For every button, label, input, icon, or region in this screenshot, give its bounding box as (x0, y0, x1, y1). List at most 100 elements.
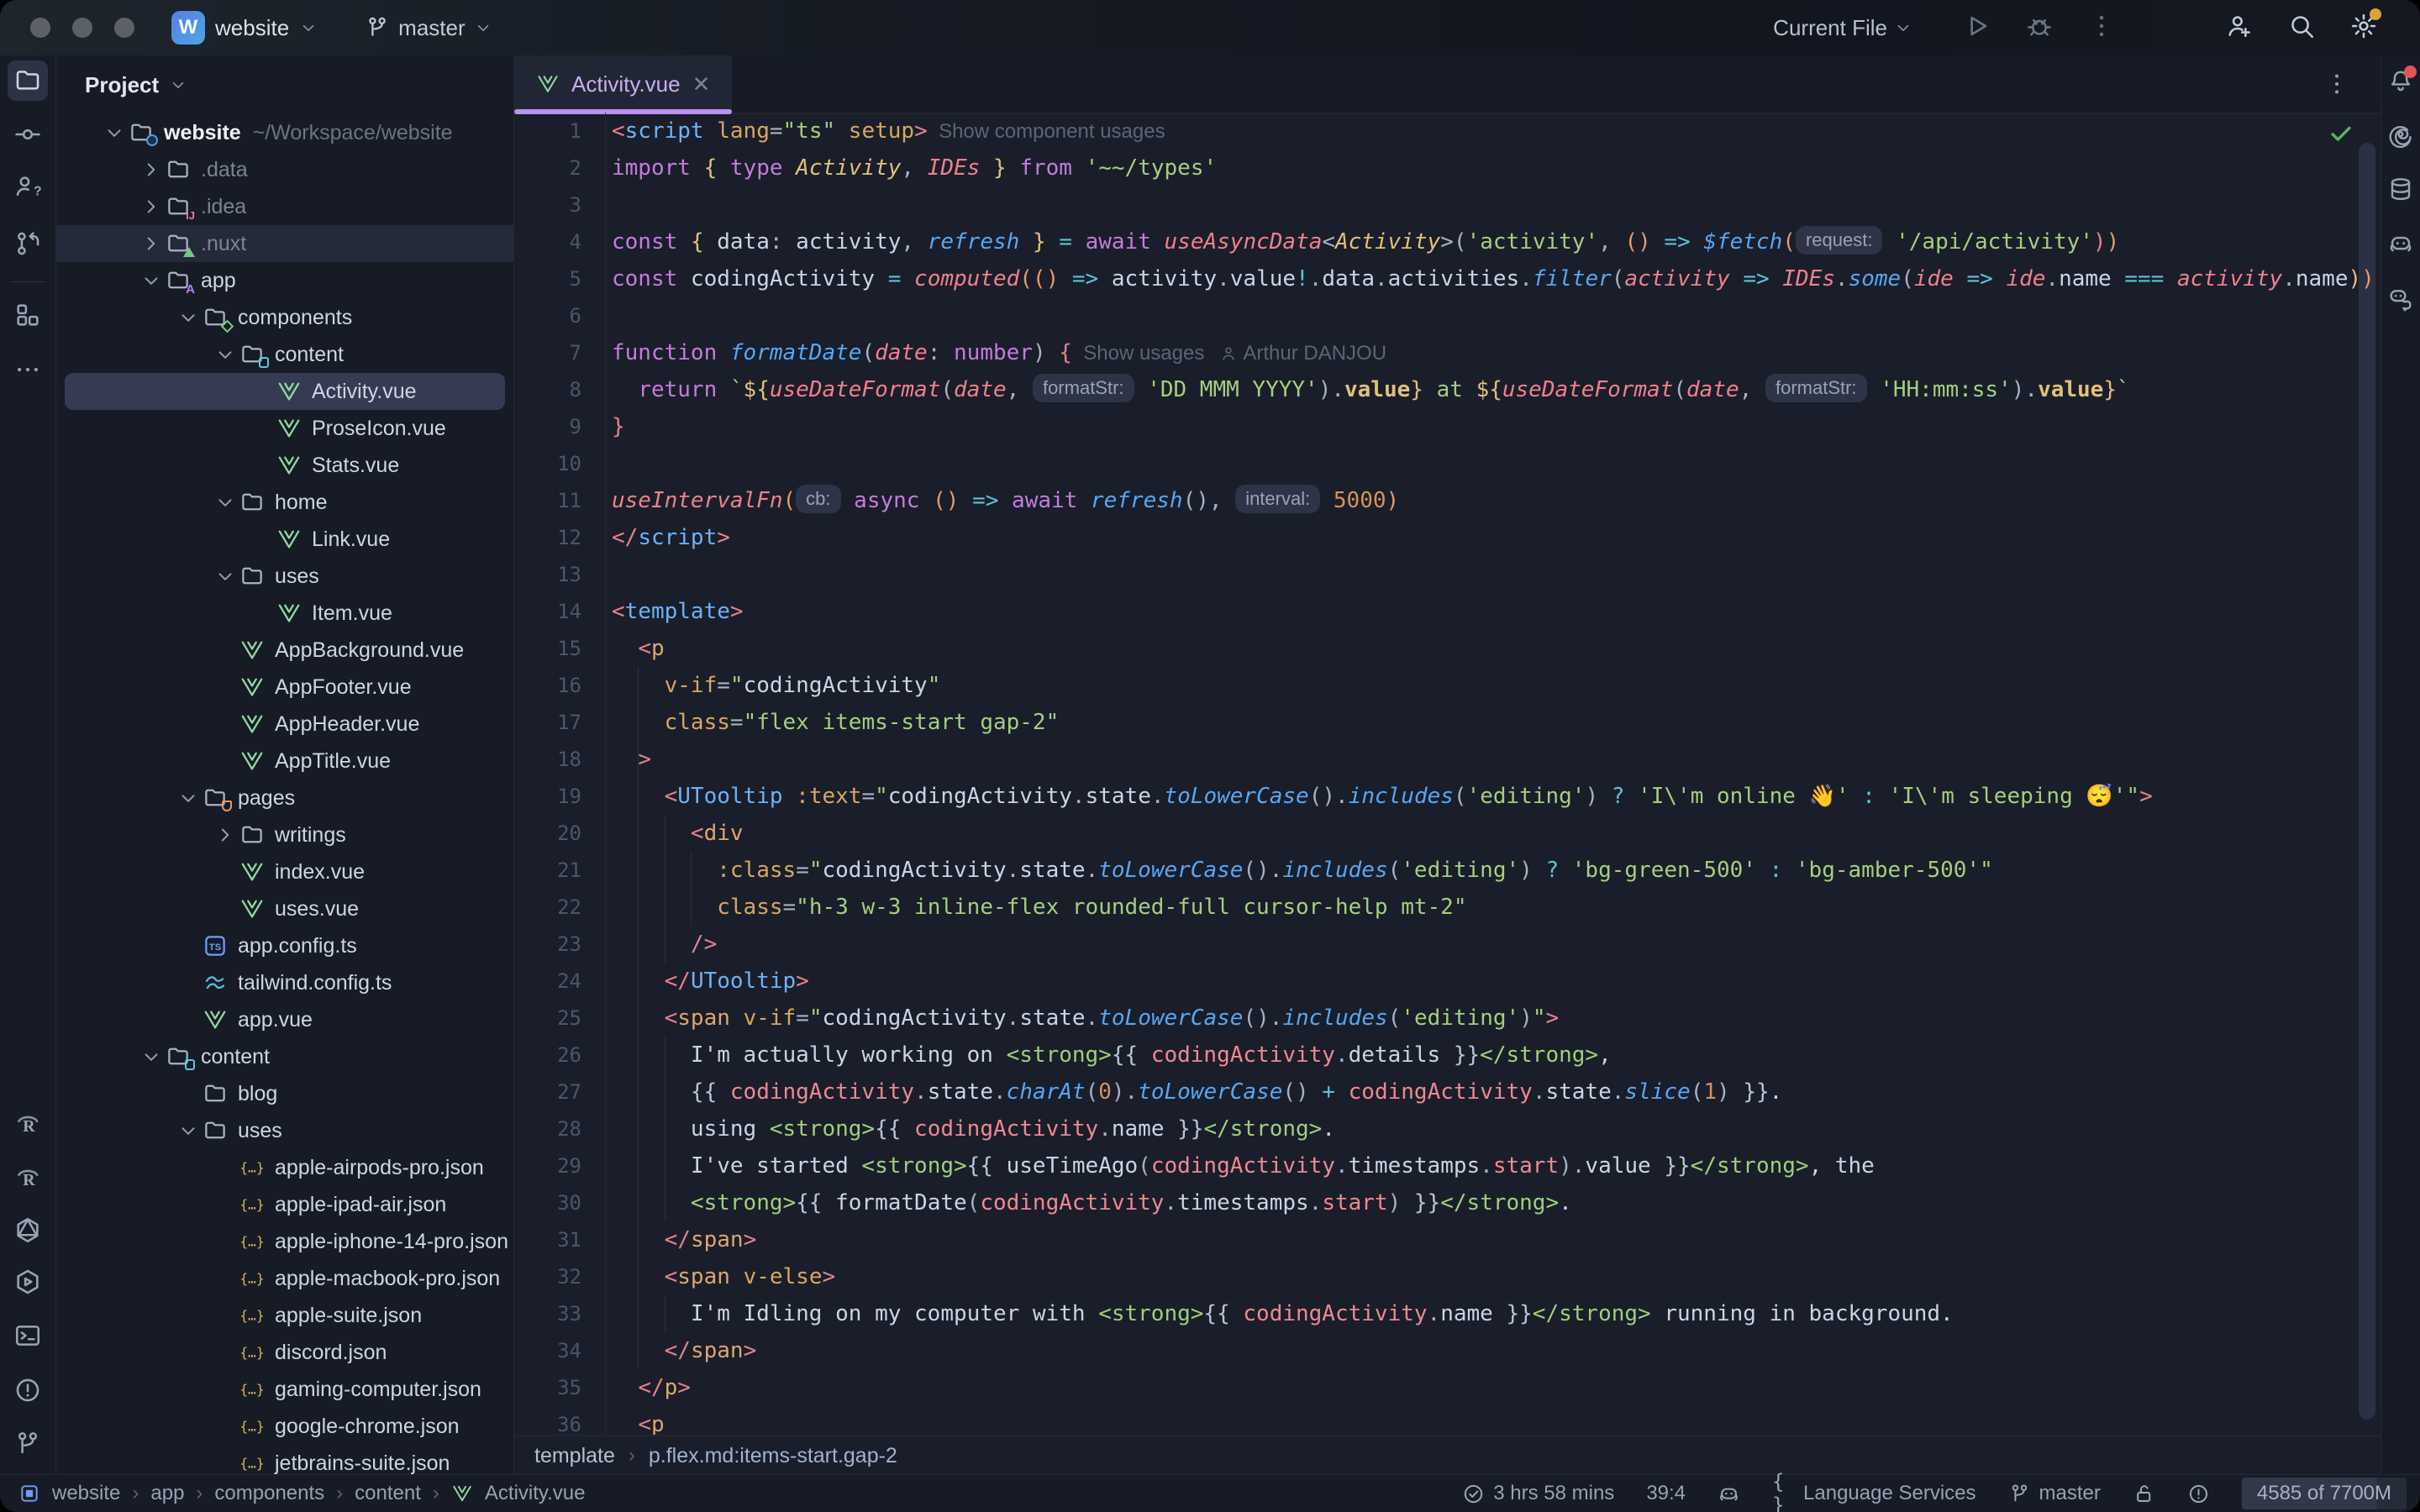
line-number[interactable]: 16 (514, 667, 581, 704)
status-widget-lock-open[interactable] (2133, 1483, 2155, 1505)
chevron-down-icon[interactable] (214, 565, 239, 587)
chevron-right-icon[interactable] (140, 233, 166, 255)
chevron-down-icon[interactable] (214, 344, 239, 365)
line-number[interactable]: 11 (514, 482, 581, 519)
tree-item-pages[interactable]: pages (56, 780, 513, 816)
git-branch-icon[interactable] (13, 1430, 42, 1458)
code-line-8[interactable]: return `${useDateFormat(date, formatStr:… (612, 371, 2381, 408)
line-number[interactable]: 2 (514, 150, 581, 186)
tree-item-apple-macbook-pro-json[interactable]: {…}apple-macbook-pro.json (56, 1260, 513, 1297)
line-number[interactable]: 14 (514, 593, 581, 630)
user-plus-icon[interactable] (2225, 12, 2254, 40)
bell-icon[interactable] (2387, 68, 2414, 95)
chevron-down-icon[interactable] (103, 122, 129, 144)
line-number[interactable]: 30 (514, 1184, 581, 1221)
copilot-icon[interactable] (2387, 230, 2414, 257)
tree-item-appbackground-vue[interactable]: AppBackground.vue (56, 632, 513, 669)
tree-item-app[interactable]: Aapp (56, 262, 513, 299)
chevron-right-icon[interactable] (140, 196, 166, 218)
tree-item--idea[interactable]: IJ.idea (56, 188, 513, 225)
close-window-button[interactable] (30, 18, 50, 38)
commit-icon[interactable] (13, 120, 42, 149)
code-line-23[interactable]: /> (612, 926, 2381, 963)
tree-item-tailwind-config-ts[interactable]: tailwind.config.ts (56, 964, 513, 1001)
chevron-down-icon[interactable] (140, 1046, 166, 1068)
tree-item-stats-vue[interactable]: Stats.vue (56, 447, 513, 484)
code-line-22[interactable]: class="h-3 w-3 inline-flex rounded-full … (612, 889, 2381, 926)
tree-item-item-vue[interactable]: Item.vue (56, 595, 513, 632)
line-number[interactable]: 13 (514, 556, 581, 593)
line-number[interactable]: 6 (514, 297, 581, 334)
code-line-3[interactable] (612, 186, 2381, 223)
r-lang-icon[interactable]: R (13, 1109, 42, 1137)
tree-item-website[interactable]: website~/Workspace/website (56, 114, 513, 151)
code-line-14[interactable]: <template> (612, 593, 2381, 630)
status-crumb-components[interactable]: components (214, 1482, 324, 1505)
code-line-7[interactable]: function formatDate(date: number) { Show… (612, 334, 2381, 371)
statusbar-breadcrumb[interactable]: website›app›components›content›Activity.… (18, 1482, 586, 1505)
code-line-20[interactable]: <div (612, 815, 2381, 852)
structure-icon[interactable] (13, 301, 42, 329)
chevron-down-icon[interactable] (177, 307, 203, 328)
database-icon[interactable] (2387, 176, 2414, 202)
line-number[interactable]: 19 (514, 778, 581, 815)
line-number[interactable]: 17 (514, 704, 581, 741)
tree-item-content[interactable]: content (56, 336, 513, 373)
code-line-13[interactable] (612, 556, 2381, 593)
line-number[interactable]: 25 (514, 1000, 581, 1037)
line-number[interactable]: 33 (514, 1295, 581, 1332)
tree-item--data[interactable]: .data (56, 151, 513, 188)
tree-item--nuxt[interactable]: .nuxt (56, 225, 513, 262)
tree-item-gaming-computer-json[interactable]: {…}gaming-computer.json (56, 1371, 513, 1408)
close-tab-icon[interactable]: ✕ (692, 73, 711, 95)
code-line-27[interactable]: {{ codingActivity.state.charAt(0).toLowe… (612, 1074, 2381, 1110)
line-number[interactable]: 22 (514, 889, 581, 926)
code-line-9[interactable]: } (612, 408, 2381, 445)
project-widget[interactable]: W website (171, 11, 318, 45)
code-line-19[interactable]: <UTooltip :text="codingActivity.state.to… (612, 778, 2381, 815)
line-number[interactable]: 35 (514, 1369, 581, 1406)
tree-item-app-config-ts[interactable]: TSapp.config.ts (56, 927, 513, 964)
line-number[interactable]: 5 (514, 260, 581, 297)
code-line-26[interactable]: I'm actually working on <strong>{{ codin… (612, 1037, 2381, 1074)
code-line-16[interactable]: v-if="codingActivity" (612, 667, 2381, 704)
tree-item-writings[interactable]: writings (56, 816, 513, 853)
code-line-17[interactable]: class="flex items-start gap-2" (612, 704, 2381, 741)
status-crumb-content[interactable]: content (355, 1482, 421, 1505)
tree-item-content[interactable]: content (56, 1038, 513, 1075)
folder-icon[interactable] (8, 60, 48, 101)
status-widget-39-4[interactable]: 39:4 (1646, 1482, 1686, 1505)
breadcrumb-template[interactable]: template (534, 1444, 615, 1468)
status-widget-alert-circle[interactable] (2187, 1483, 2210, 1505)
tree-item-apple-airpods-pro-json[interactable]: {…}apple-airpods-pro.json (56, 1149, 513, 1186)
code-line-30[interactable]: <strong>{{ formatDate(codingActivity.tim… (612, 1184, 2381, 1221)
settings-icon[interactable] (2349, 12, 2378, 40)
code-line-33[interactable]: I'm Idling on my computer with <strong>{… (612, 1295, 2381, 1332)
line-number[interactable]: 10 (514, 445, 581, 482)
line-number[interactable]: 31 (514, 1221, 581, 1258)
tree-item-uses[interactable]: uses (56, 558, 513, 595)
tree-item-discord-json[interactable]: {…}discord.json (56, 1334, 513, 1371)
copilot-chat-icon[interactable] (2387, 285, 2414, 312)
line-number[interactable]: 26 (514, 1037, 581, 1074)
tree-item-apple-ipad-air-json[interactable]: {…}apple-ipad-air.json (56, 1186, 513, 1223)
line-number[interactable]: 23 (514, 926, 581, 963)
tree-item-activity-vue[interactable]: Activity.vue (65, 373, 505, 410)
code-line-35[interactable]: </p> (612, 1369, 2381, 1406)
code-line-12[interactable]: </script> (612, 519, 2381, 556)
line-number[interactable]: 36 (514, 1406, 581, 1436)
code-line-15[interactable]: <p (612, 630, 2381, 667)
vcs-widget[interactable]: master (365, 15, 492, 41)
line-number[interactable]: 27 (514, 1074, 581, 1110)
line-number[interactable]: 21 (514, 852, 581, 889)
line-number[interactable]: 9 (514, 408, 581, 445)
status-current-file[interactable]: Activity.vue (485, 1482, 586, 1505)
status-widget-copilot[interactable] (1718, 1483, 1740, 1505)
code-line-11[interactable]: useIntervalFn(cb: async () => await refr… (612, 482, 2381, 519)
tree-item-app-vue[interactable]: app.vue (56, 1001, 513, 1038)
search-icon[interactable] (2287, 12, 2316, 40)
code-line-34[interactable]: </span> (612, 1332, 2381, 1369)
line-number[interactable]: 24 (514, 963, 581, 1000)
line-number[interactable]: 32 (514, 1258, 581, 1295)
zoom-window-button[interactable] (114, 18, 134, 38)
